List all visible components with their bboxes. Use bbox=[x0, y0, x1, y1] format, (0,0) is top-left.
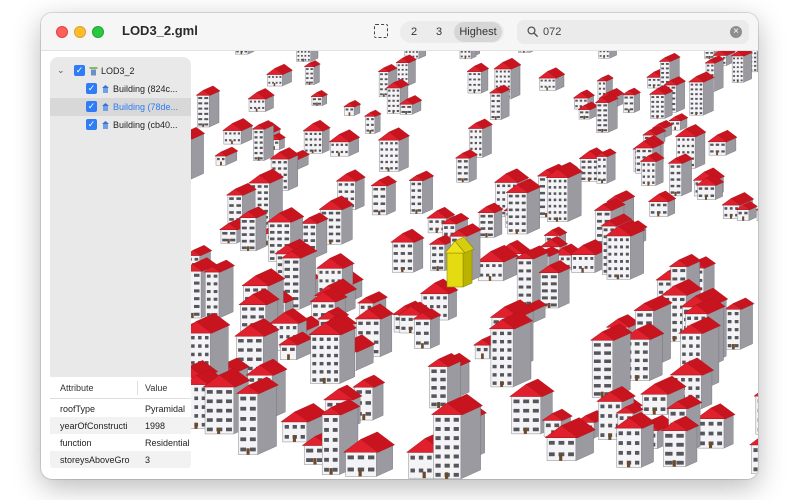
building[interactable] bbox=[598, 51, 618, 59]
tree-item-checkbox[interactable]: ✓ bbox=[86, 83, 97, 94]
magnifier-icon bbox=[527, 26, 538, 37]
building[interactable] bbox=[303, 60, 321, 86]
lod-highest-button[interactable]: Highest bbox=[454, 22, 502, 42]
table-row[interactable]: function Residential bbox=[50, 434, 191, 451]
sidebar: ⌄ ✓ LOD3_2 ✓ Building (824c... ✓ Buildin… bbox=[50, 57, 191, 471]
building[interactable] bbox=[466, 62, 490, 94]
tree-root-checkbox[interactable]: ✓ bbox=[74, 65, 85, 76]
building-icon bbox=[102, 85, 109, 93]
column-header-value[interactable]: Value bbox=[145, 383, 167, 393]
attribute-value: Residential bbox=[145, 438, 190, 448]
tree-item-label: Building (78de... bbox=[113, 102, 179, 112]
building[interactable] bbox=[195, 85, 221, 128]
table-row[interactable]: yearOfConstructi 1998 bbox=[50, 417, 191, 434]
building[interactable] bbox=[265, 63, 293, 87]
3d-viewport[interactable] bbox=[191, 51, 758, 479]
building[interactable] bbox=[302, 119, 331, 154]
search-field[interactable]: × bbox=[517, 20, 749, 44]
tree-item-building-3[interactable]: ✓ Building (cb40... bbox=[50, 116, 191, 134]
building[interactable] bbox=[370, 175, 398, 216]
attribute-key: yearOfConstructi bbox=[60, 421, 128, 431]
building[interactable] bbox=[477, 202, 504, 238]
attribute-table-header: Attribute Value bbox=[50, 377, 191, 399]
lod-2-button[interactable]: 2 bbox=[406, 21, 422, 43]
app-window: LOD3_2.gml 2 3 Highest × ⌄ ✓ bbox=[41, 13, 758, 479]
tree-item-building-1[interactable]: ✓ Building (824c... bbox=[50, 80, 191, 98]
building[interactable] bbox=[203, 259, 236, 319]
building[interactable] bbox=[454, 149, 479, 183]
building-icon bbox=[102, 121, 109, 129]
search-input[interactable] bbox=[543, 22, 723, 42]
tree-item-building-2[interactable]: ✓ Building (78de... bbox=[50, 98, 191, 116]
building[interactable] bbox=[753, 377, 758, 435]
attribute-table: Attribute Value roofType Pyramidal yearO… bbox=[50, 377, 191, 471]
table-row[interactable]: storeysAboveGro 3 bbox=[50, 451, 191, 468]
building[interactable] bbox=[667, 153, 694, 197]
column-divider[interactable] bbox=[137, 381, 138, 395]
attribute-key: function bbox=[60, 438, 92, 448]
building[interactable] bbox=[214, 146, 239, 166]
tree-item-label: Building (cb40... bbox=[113, 120, 178, 130]
building[interactable] bbox=[408, 170, 435, 215]
building[interactable] bbox=[723, 297, 755, 350]
building[interactable] bbox=[235, 51, 255, 55]
chevron-down-icon[interactable]: ⌄ bbox=[57, 65, 65, 76]
building[interactable] bbox=[328, 129, 361, 157]
building[interactable] bbox=[459, 51, 477, 60]
building[interactable] bbox=[488, 84, 511, 120]
dashed-selection-icon[interactable] bbox=[374, 24, 388, 38]
building[interactable] bbox=[707, 129, 738, 156]
attribute-key: roofType bbox=[60, 404, 96, 414]
attribute-value: 1998 bbox=[145, 421, 166, 431]
building[interactable] bbox=[621, 87, 642, 113]
zoom-window-button[interactable] bbox=[92, 26, 104, 38]
building[interactable] bbox=[342, 100, 362, 116]
building[interactable] bbox=[247, 88, 275, 112]
attribute-value: Pyramidal bbox=[145, 404, 186, 414]
minimize-window-button[interactable] bbox=[74, 26, 86, 38]
building[interactable] bbox=[518, 51, 537, 53]
building[interactable] bbox=[730, 51, 753, 83]
desktop-background: LOD3_2.gml 2 3 Highest × ⌄ ✓ bbox=[0, 0, 800, 500]
clear-x-icon[interactable]: × bbox=[730, 26, 742, 38]
building[interactable] bbox=[222, 118, 254, 145]
building[interactable] bbox=[251, 120, 276, 161]
window-title: LOD3_2.gml bbox=[122, 23, 198, 38]
tree-root-label: LOD3_2 bbox=[101, 66, 135, 76]
building[interactable] bbox=[377, 127, 411, 172]
building-icon bbox=[102, 103, 109, 111]
building[interactable] bbox=[695, 403, 736, 449]
building[interactable] bbox=[687, 71, 715, 116]
lod-3-button[interactable]: 3 bbox=[431, 21, 447, 43]
column-header-attribute[interactable]: Attribute bbox=[60, 383, 94, 393]
tree-item-checkbox[interactable]: ✓ bbox=[86, 101, 97, 112]
attribute-value: 3 bbox=[145, 455, 151, 465]
building[interactable] bbox=[589, 323, 633, 398]
lod-segmented-control: 2 3 Highest bbox=[400, 21, 504, 43]
building[interactable] bbox=[296, 51, 319, 62]
building[interactable] bbox=[390, 228, 425, 273]
building[interactable] bbox=[648, 84, 674, 119]
citymodel-icon bbox=[89, 67, 98, 76]
tree-root-row[interactable]: ⌄ ✓ LOD3_2 bbox=[50, 62, 191, 80]
building[interactable] bbox=[310, 90, 329, 107]
city-scene[interactable] bbox=[191, 51, 758, 479]
tree-item-label: Building (824c... bbox=[113, 84, 178, 94]
building[interactable] bbox=[538, 67, 566, 91]
building[interactable] bbox=[191, 127, 206, 180]
tree-item-checkbox[interactable]: ✓ bbox=[86, 119, 97, 130]
attribute-key: storeysAboveGro bbox=[60, 455, 130, 465]
titlebar: LOD3_2.gml 2 3 Highest × bbox=[41, 13, 758, 51]
close-window-button[interactable] bbox=[56, 26, 68, 38]
table-row[interactable]: roofType Pyramidal bbox=[50, 400, 191, 417]
building[interactable] bbox=[363, 109, 382, 134]
